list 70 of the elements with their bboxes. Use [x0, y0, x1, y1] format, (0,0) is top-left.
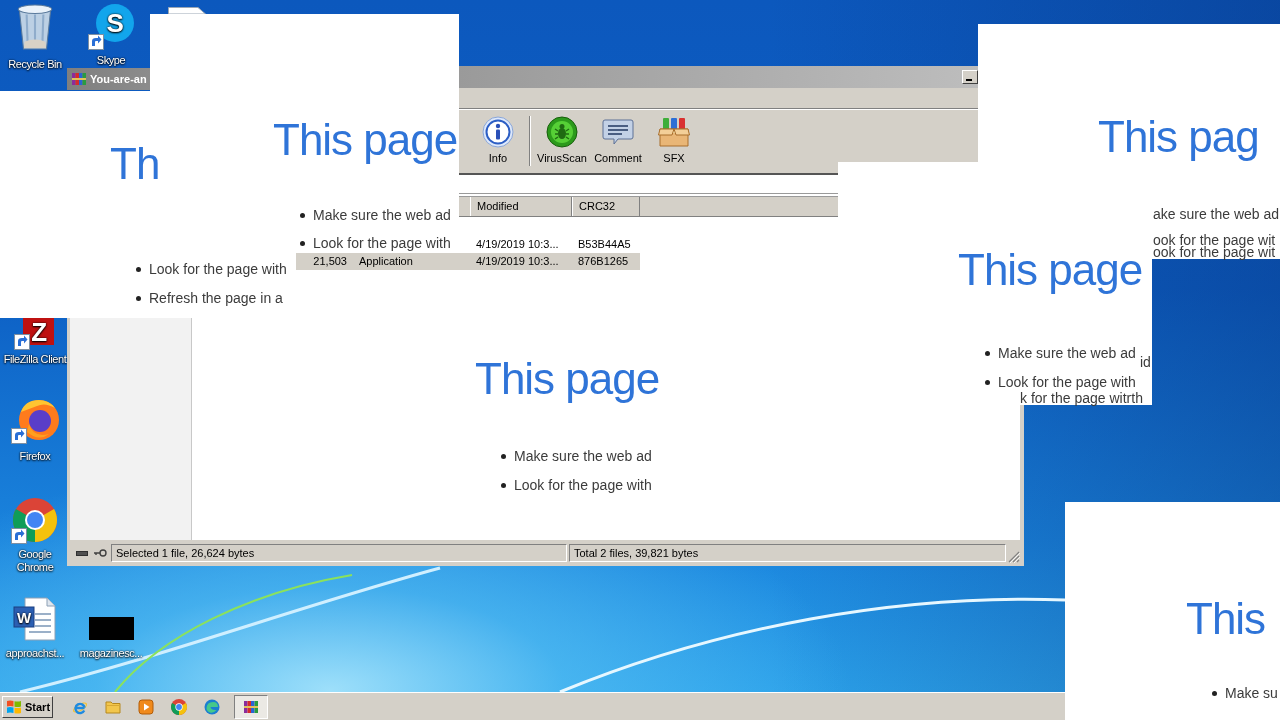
desktop-shortcut[interactable]: Firefox [2, 398, 68, 463]
taskbar-button[interactable] [234, 694, 268, 719]
column-header[interactable]: CRC32 [572, 197, 640, 216]
toolbar-button[interactable]: Info [470, 116, 526, 165]
chrome-icon [171, 698, 187, 715]
chrome-icon [11, 496, 59, 544]
page-heading: Th [110, 139, 160, 189]
page-heading: This page [273, 115, 458, 165]
media-player-icon [138, 698, 154, 715]
bug-icon [546, 116, 578, 148]
bullet-text: Look for the page with [313, 234, 451, 252]
bullet-text: Refresh the page in a [149, 289, 283, 307]
table-cell-text: 21,503 [312, 254, 348, 269]
bullet-text: Look for the page with [998, 373, 1136, 391]
thumbnail-icon [88, 617, 134, 640]
bullet-text: Make sure the web ad [998, 344, 1136, 362]
start-button[interactable]: Start [2, 695, 53, 718]
bullet-text: Make sure the web ad [514, 447, 652, 465]
page-heading: This pag [1098, 112, 1259, 162]
toolbar-button[interactable]: Comment [590, 116, 646, 165]
books-icon [71, 71, 87, 87]
box-icon [658, 116, 690, 148]
toolbar-button[interactable]: VirusScan [534, 116, 590, 165]
text-fragment: id [1140, 355, 1151, 369]
desktop-shortcut[interactable]: S Skype [78, 4, 144, 67]
table-cell-text: Application [358, 254, 414, 269]
bullet-text: Look for the page with [149, 260, 287, 278]
firefox-icon [11, 398, 59, 444]
bullet-icon [501, 482, 506, 488]
flag-icon [6, 698, 22, 715]
books-icon [243, 698, 259, 715]
bullet-icon [136, 295, 141, 301]
bullet-icon [985, 350, 990, 356]
table-cell-text: 876B1265 [577, 254, 630, 269]
bullet-text: Make su [1225, 684, 1278, 702]
browser-icon [204, 698, 220, 715]
text-fragment: k for the page witrth [1020, 391, 1143, 405]
file-row[interactable]: 21,503 Application 4/19/2019 10:3... 876B1265 [296, 253, 640, 270]
text-fragment: ake sure the web ad [1153, 207, 1280, 221]
desktop-shortcut[interactable]: Recycle Bin [2, 4, 68, 71]
bullet-icon [300, 240, 305, 246]
minimize-icon [966, 79, 972, 81]
bullet-icon [501, 453, 506, 459]
table-cell-text: 4/19/2019 10:3... [475, 237, 560, 252]
column-header[interactable]: Modified [470, 197, 572, 216]
page-heading: This page [958, 245, 1143, 295]
bullet-text: Look for the page with [514, 476, 652, 494]
minimize-button[interactable] [962, 70, 978, 84]
desktop-shortcut[interactable]: W approachst... [2, 597, 68, 660]
text-fragment: ook for the page wit [1153, 233, 1276, 247]
status-text: Selected 1 file, 26,624 bytes [111, 544, 567, 562]
bullet-icon [136, 266, 141, 272]
bullet-icon [985, 379, 990, 385]
recycle-bin-icon [17, 4, 53, 50]
status-text: Total 2 files, 39,821 bytes [569, 544, 1006, 562]
window-title: You-are-an [90, 73, 147, 85]
page-heading: This [1186, 594, 1266, 644]
bullet-text: Make sure the web ad [313, 206, 451, 224]
table-cell-text: B53B44A5 [577, 237, 632, 252]
folder-icon [105, 698, 121, 715]
table-cell-text: 4/19/2019 10:3... [475, 254, 560, 269]
bullet-icon [1212, 690, 1217, 696]
resize-grip-icon[interactable] [1008, 551, 1020, 563]
desktop-shortcut[interactable]: Z FileZilla Client [2, 318, 68, 366]
page-heading: This page [475, 354, 660, 404]
info-icon [482, 116, 514, 148]
key-icon [93, 549, 107, 557]
bullet-icon [300, 212, 305, 218]
toolbar-button[interactable]: SFX [646, 116, 702, 165]
drive-icon [76, 550, 88, 556]
